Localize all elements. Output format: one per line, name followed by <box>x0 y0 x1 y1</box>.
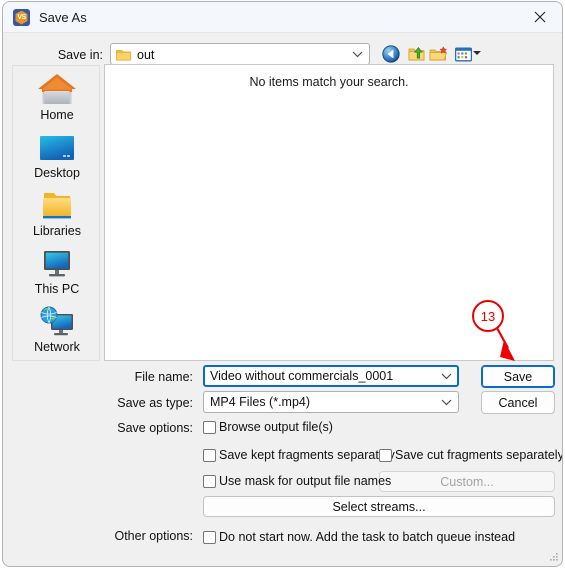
place-item-this-pc[interactable]: This PC <box>13 244 101 302</box>
new-folder-button[interactable] <box>427 43 449 65</box>
checkbox-box-icon[interactable] <box>203 448 216 462</box>
checkbox-box-icon[interactable] <box>203 530 216 544</box>
checkbox-label: Save kept fragments separately <box>219 448 395 462</box>
save-button[interactable]: Save <box>481 365 555 388</box>
place-item-label: This PC <box>34 282 80 296</box>
file-name-value: Video without commercials_0001 <box>210 369 394 383</box>
file-name-input[interactable]: Video without commercials_0001 <box>203 365 459 387</box>
place-item-label: Libraries <box>33 224 81 238</box>
app-icon-label: VS <box>15 10 28 25</box>
back-button[interactable] <box>380 43 402 65</box>
checkbox-browse-output[interactable]: Browse output file(s) <box>203 420 333 434</box>
this-pc-monitor-icon <box>13 244 101 280</box>
network-globe-icon <box>13 302 101 338</box>
save-options-label: Save options: <box>117 421 193 435</box>
place-item-label: Network <box>34 340 80 354</box>
views-button[interactable] <box>452 43 474 65</box>
place-item-label: Home <box>40 108 74 122</box>
home-icon <box>13 70 101 106</box>
window-title: Save As <box>39 10 87 25</box>
place-item-libraries[interactable]: Libraries <box>13 186 101 244</box>
chevron-down-icon[interactable] <box>441 373 452 380</box>
folder-icon <box>116 49 131 61</box>
save-as-type-value: MP4 Files (*.mp4) <box>210 395 311 409</box>
close-button[interactable] <box>517 2 562 32</box>
checkbox-use-mask[interactable]: Use mask for output file names <box>203 474 391 488</box>
file-name-label: File name: <box>134 370 193 384</box>
annotation-step-number: 13 <box>480 308 496 324</box>
up-folder-icon <box>408 47 425 61</box>
save-as-type-combobox[interactable]: MP4 Files (*.mp4) <box>203 391 459 413</box>
chevron-down-icon <box>352 51 363 58</box>
libraries-folder-icon <box>13 186 101 222</box>
file-list-empty-message: No items match your search. <box>249 75 409 89</box>
resize-grip[interactable] <box>547 551 559 563</box>
views-icon <box>454 47 472 61</box>
custom-mask-button: Custom... <box>379 471 555 492</box>
checkbox-save-kept-fragments[interactable]: Save kept fragments separately <box>203 448 395 462</box>
places-bar: Home Desktop Libraries This PC Network <box>12 65 100 361</box>
save-in-combobox[interactable]: out <box>110 43 370 65</box>
checkbox-label: Use mask for output file names <box>219 474 392 488</box>
chevron-down-icon[interactable] <box>441 399 452 406</box>
cancel-button[interactable]: Cancel <box>481 391 555 414</box>
checkbox-box-icon[interactable] <box>203 420 216 434</box>
place-item-desktop[interactable]: Desktop <box>13 128 101 186</box>
views-dropdown-arrow-icon[interactable] <box>473 51 481 55</box>
save-as-type-label: Save as type: <box>117 396 193 410</box>
vs-app-icon: VS <box>13 9 30 26</box>
save-in-value: out <box>137 48 155 62</box>
select-streams-button[interactable]: Select streams... <box>203 496 555 517</box>
save-in-label: Save in: <box>57 48 103 62</box>
back-arrow-icon <box>382 45 400 63</box>
other-options-label: Other options: <box>114 529 193 543</box>
place-item-label: Desktop <box>34 166 80 180</box>
place-item-network[interactable]: Network <box>13 302 101 360</box>
up-one-level-button[interactable] <box>406 43 428 65</box>
desktop-icon <box>13 128 101 164</box>
checkbox-do-not-start-now[interactable]: Do not start now. Add the task to batch … <box>203 530 515 544</box>
checkbox-save-cut-fragments[interactable]: Save cut fragments separately <box>379 448 563 462</box>
checkbox-label: Browse output file(s) <box>219 420 333 434</box>
checkbox-label: Do not start now. Add the task to batch … <box>219 530 516 544</box>
save-as-dialog: VS Save As Save in: out Home Desktop Lib… <box>2 1 563 567</box>
new-folder-icon <box>429 46 447 61</box>
checkbox-box-icon[interactable] <box>379 448 392 462</box>
place-item-home[interactable]: Home <box>13 70 101 128</box>
checkbox-label: Save cut fragments separately <box>395 448 563 462</box>
close-icon <box>534 11 545 23</box>
checkbox-box-icon[interactable] <box>203 474 216 488</box>
title-bar: VS Save As <box>3 2 562 33</box>
